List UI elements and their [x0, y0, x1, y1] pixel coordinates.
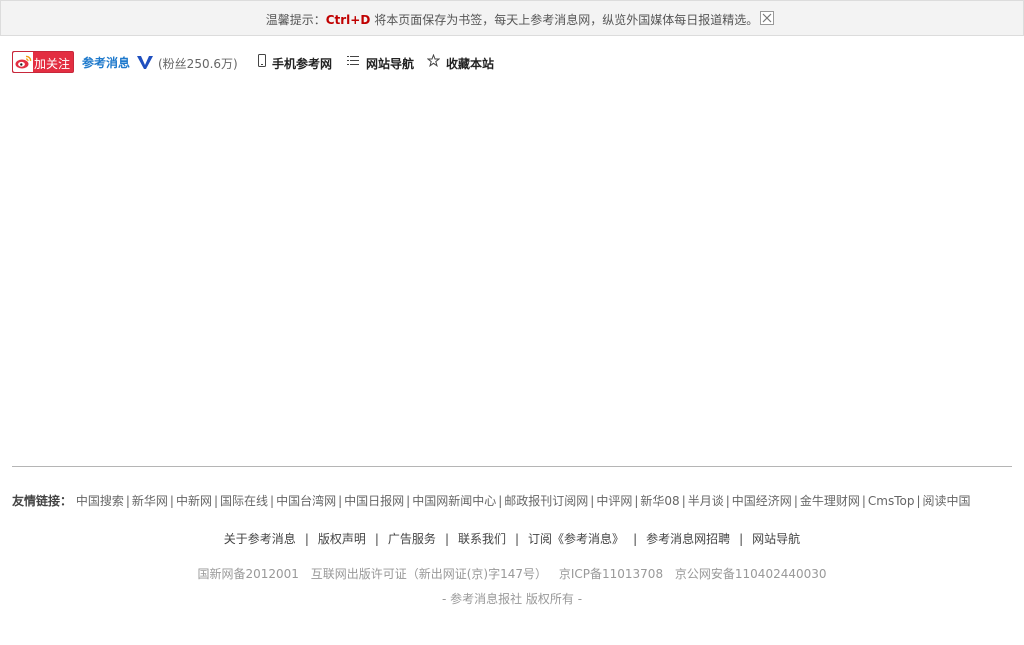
license-item: 互联网出版许可证（新出网证(京)字147号） [310, 567, 548, 581]
footer-link-jobs[interactable]: 参考消息网招聘 [646, 532, 730, 546]
friend-link[interactable]: 中评网 [596, 494, 632, 508]
footer-link-about[interactable]: 关于参考消息 [224, 532, 296, 546]
friend-link[interactable]: 中新网 [176, 494, 212, 508]
friend-link[interactable]: CmsTop [868, 494, 915, 508]
tip-body: 将本页面保存为书签，每天上参考消息网，纵览外国媒体每日报道精选。 [374, 13, 759, 27]
tip-prefix: 温馨提示： [265, 13, 326, 27]
friend-link[interactable]: 新华网 [132, 494, 168, 508]
friend-link[interactable]: 中国日报网 [344, 494, 404, 508]
friend-link[interactable]: 中国搜索 [76, 494, 124, 508]
bookmark-tip-bar: 温馨提示：Ctrl+D 将本页面保存为书签，每天上参考消息网，纵览外国媒体每日报道… [0, 0, 1024, 36]
friend-link[interactable]: 中国经济网 [732, 494, 792, 508]
weibo-account-name[interactable]: 参考消息 [82, 54, 130, 71]
tip-message: 温馨提示：Ctrl+D 将本页面保存为书签，每天上参考消息网，纵览外国媒体每日报道… [1, 11, 1023, 28]
bookmark-site-link[interactable]: 收藏本站 [426, 53, 499, 71]
follow-button[interactable]: 加关注 [12, 51, 74, 73]
tip-hotkey: Ctrl+D [325, 13, 371, 27]
mobile-phone-icon [256, 54, 268, 71]
footer-link-contact[interactable]: 联系我们 [458, 532, 506, 546]
friend-link[interactable]: 金牛理财网 [800, 494, 860, 508]
friend-links: 友情链接： 中国搜索 | 新华网 | 中新网 | 国际在线 | 中国台湾网 | 中国日报网 | 中国网新… [12, 494, 971, 508]
license-item: 国新网备2012001 [197, 567, 299, 581]
follow-label: 加关注 [34, 57, 71, 71]
friend-link[interactable]: 中国台湾网 [276, 494, 336, 508]
footer-link-sitemap[interactable]: 网站导航 [752, 532, 800, 546]
site-nav-label: 网站导航 [366, 57, 415, 71]
friend-links-title: 友情链接： [12, 494, 73, 508]
footer-divider [12, 466, 1012, 467]
footer-nav: 关于参考消息 | 版权声明 | 广告服务 | 联系我们 | 订阅《参考消息》 | 参考消息网招聘 | 网… [223, 532, 801, 546]
footer-link-copyright[interactable]: 版权声明 [318, 532, 366, 546]
friend-link[interactable]: 阅读中国 [923, 494, 971, 508]
list-icon [346, 54, 360, 71]
fans-count: (粉丝250.6万) [158, 57, 238, 71]
close-icon[interactable] [760, 11, 774, 25]
friend-link[interactable]: 半月谈 [688, 494, 724, 508]
mobile-site-link[interactable]: 手机参考网 [256, 54, 336, 71]
friend-link[interactable]: 新华08 [640, 494, 679, 508]
license-item: 京公网安备110402440030 [674, 567, 827, 581]
friend-link[interactable]: 邮政报刊订阅网 [504, 494, 588, 508]
footer-license-info: 国新网备2012001 互联网出版许可证（新出网证(京)字147号） 京ICP备… [0, 565, 1024, 582]
star-icon [426, 53, 441, 70]
license-item: 京ICP备11013708 [558, 567, 664, 581]
footer-link-ads[interactable]: 广告服务 [388, 532, 436, 546]
friend-link[interactable]: 中国网新闻中心 [412, 494, 496, 508]
copyright-notice: - 参考消息报社 版权所有 - [441, 592, 583, 606]
site-nav-link[interactable]: 网站导航 [346, 54, 418, 71]
weibo-icon [13, 52, 33, 72]
bookmark-site-label: 收藏本站 [446, 57, 495, 71]
footer-link-subscribe[interactable]: 订阅《参考消息》 [528, 532, 624, 546]
friend-link[interactable]: 国际在线 [220, 494, 268, 508]
verified-v-icon [136, 54, 154, 73]
mobile-site-label: 手机参考网 [272, 57, 333, 71]
